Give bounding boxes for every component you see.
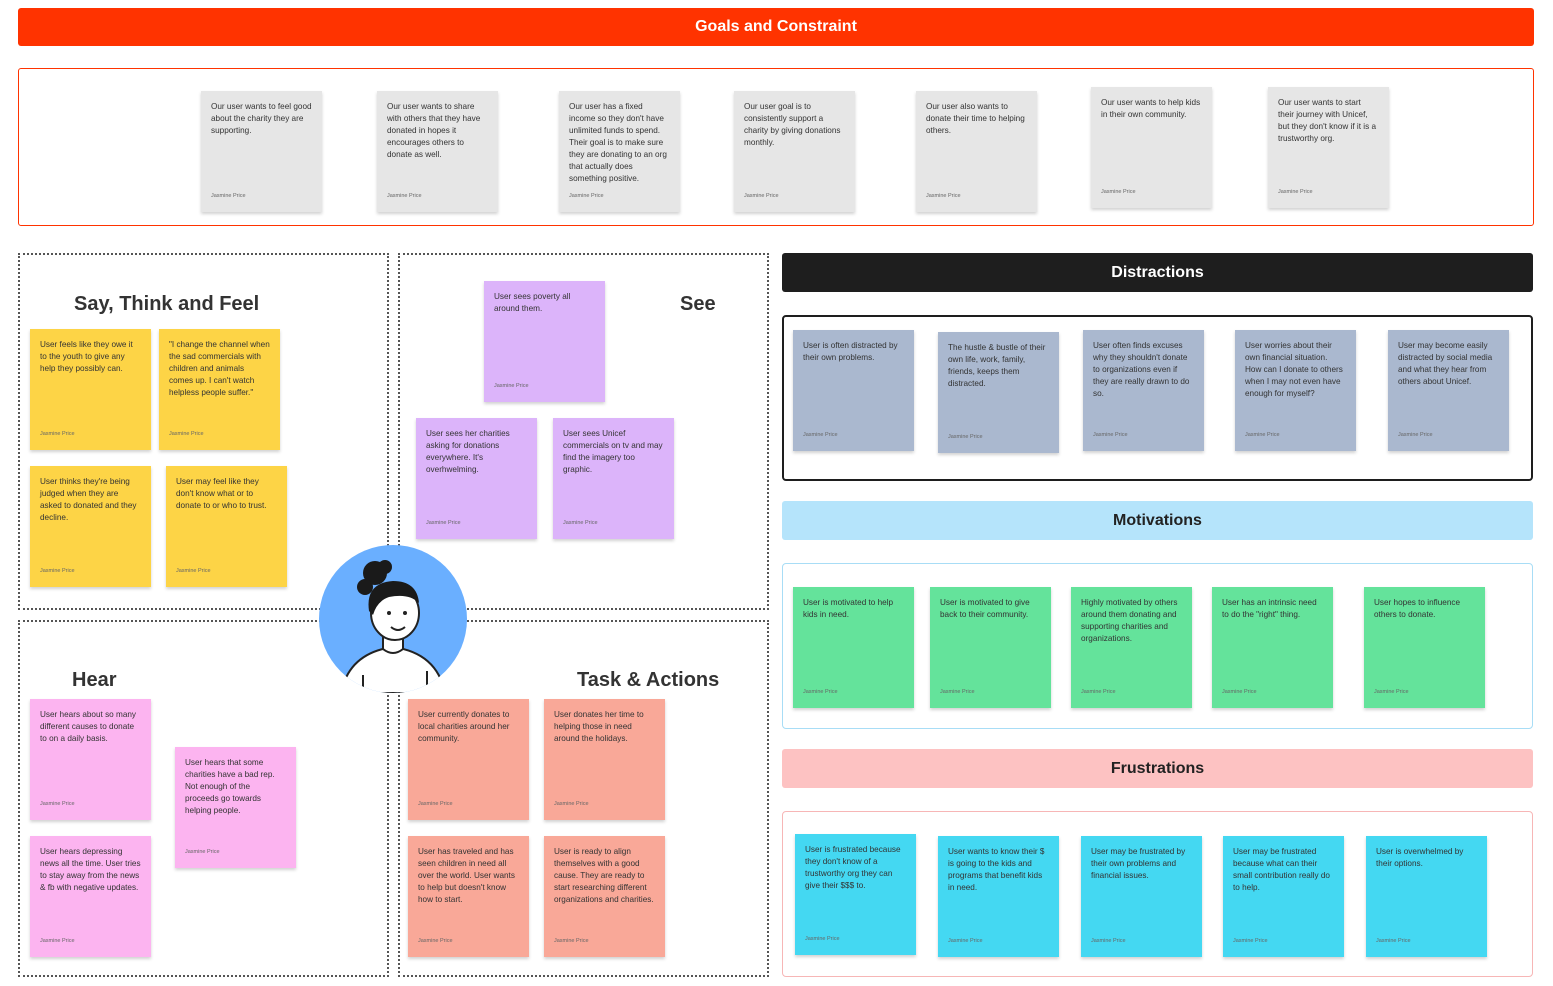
- note-author: Jasmine Price: [1245, 432, 1280, 438]
- hear-note[interactable]: User hears about so many different cause…: [30, 699, 151, 820]
- frustration-note[interactable]: User is overwhelmed by their options. Ja…: [1366, 836, 1487, 957]
- see-note[interactable]: User sees her charities asking for donat…: [416, 418, 537, 539]
- goal-note[interactable]: Our user wants to feel good about the ch…: [201, 91, 322, 212]
- note-author: Jasmine Price: [1091, 938, 1126, 944]
- goal-note[interactable]: Our user wants to share with others that…: [377, 91, 498, 212]
- see-note[interactable]: User sees poverty all around them. Jasmi…: [484, 281, 605, 402]
- frustration-note[interactable]: User is frustrated because they don't kn…: [795, 834, 916, 955]
- note-author: Jasmine Price: [1093, 432, 1128, 438]
- motivation-note[interactable]: User is motivated to help kids in need. …: [793, 587, 914, 708]
- goal-note[interactable]: Our user wants to start their journey wi…: [1268, 87, 1389, 208]
- hear-note[interactable]: User hears that some charities have a ba…: [175, 747, 296, 868]
- note-author: Jasmine Price: [948, 938, 983, 944]
- note-author: Jasmine Price: [418, 938, 453, 944]
- note-author: Jasmine Price: [169, 431, 204, 437]
- frustration-note[interactable]: User wants to know their $ is going to t…: [938, 836, 1059, 957]
- distraction-note[interactable]: User often finds excuses why they should…: [1083, 330, 1204, 451]
- note-author: Jasmine Price: [1233, 938, 1268, 944]
- note-author: Jasmine Price: [40, 938, 75, 944]
- hear-note[interactable]: User hears depressing news all the time.…: [30, 836, 151, 957]
- note-author: Jasmine Price: [554, 801, 589, 807]
- goal-note[interactable]: Our user wants to help kids in their own…: [1091, 87, 1212, 208]
- tasks-title: Task & Actions: [577, 669, 720, 691]
- goal-note[interactable]: Our user also wants to donate their time…: [916, 91, 1037, 212]
- note-author: Jasmine Price: [563, 520, 598, 526]
- motivations-banner: Motivations: [782, 501, 1533, 540]
- see-note[interactable]: User sees Unicef commercials on tv and m…: [553, 418, 674, 539]
- goals-banner: Goals and Constraint: [18, 8, 1534, 46]
- task-note[interactable]: User currently donates to local charitie…: [408, 699, 529, 820]
- task-note[interactable]: User has traveled and has seen children …: [408, 836, 529, 957]
- say-think-feel-note[interactable]: "I change the channel when the sad comme…: [159, 329, 280, 450]
- note-author: Jasmine Price: [176, 568, 211, 574]
- note-author: Jasmine Price: [554, 938, 589, 944]
- note-author: Jasmine Price: [744, 193, 779, 199]
- user-avatar: [319, 545, 467, 693]
- note-author: Jasmine Price: [926, 193, 961, 199]
- note-author: Jasmine Price: [494, 383, 529, 389]
- note-author: Jasmine Price: [211, 193, 246, 199]
- task-note[interactable]: User donates her time to helping those i…: [544, 699, 665, 820]
- note-author: Jasmine Price: [1222, 689, 1257, 695]
- note-author: Jasmine Price: [185, 849, 220, 855]
- note-author: Jasmine Price: [569, 193, 604, 199]
- frustration-note[interactable]: User may be frustrated by their own prob…: [1081, 836, 1202, 957]
- note-author: Jasmine Price: [426, 520, 461, 526]
- distractions-title: Distractions: [1111, 263, 1204, 281]
- note-author: Jasmine Price: [40, 431, 75, 437]
- goals-title: Goals and Constraint: [695, 18, 857, 35]
- distractions-banner: Distractions: [782, 253, 1533, 292]
- distraction-note[interactable]: User may become easily distracted by soc…: [1388, 330, 1509, 451]
- say-think-feel-title: Say, Think and Feel: [74, 293, 260, 315]
- frustration-note[interactable]: User may be frustrated because what can …: [1223, 836, 1344, 957]
- motivation-note[interactable]: User has an intrinsic need to do the "ri…: [1212, 587, 1333, 708]
- note-author: Jasmine Price: [1278, 189, 1313, 195]
- frustrations-title: Frustrations: [1110, 759, 1205, 777]
- user-avatar-icon: [339, 560, 447, 693]
- say-think-feel-note[interactable]: User feels like they owe it to the youth…: [30, 329, 151, 450]
- distraction-note[interactable]: User is often distracted by their own pr…: [793, 330, 914, 451]
- note-author: Jasmine Price: [40, 568, 75, 574]
- note-author: Jasmine Price: [805, 936, 840, 942]
- note-author: Jasmine Price: [1081, 689, 1116, 695]
- motivations-title: Motivations: [1113, 511, 1202, 529]
- note-author: Jasmine Price: [418, 801, 453, 807]
- note-author: Jasmine Price: [1101, 189, 1136, 195]
- see-title: See: [680, 293, 716, 315]
- frustrations-banner: Frustrations: [782, 749, 1533, 788]
- motivation-note[interactable]: User hopes to influence others to donate…: [1364, 587, 1485, 708]
- note-author: Jasmine Price: [1398, 432, 1433, 438]
- goal-note[interactable]: Our user has a fixed income so they don'…: [559, 91, 680, 212]
- goal-note[interactable]: Our user goal is to consistently support…: [734, 91, 855, 212]
- note-author: Jasmine Price: [387, 193, 422, 199]
- note-author: Jasmine Price: [803, 432, 838, 438]
- note-author: Jasmine Price: [940, 689, 975, 695]
- say-think-feel-note[interactable]: User thinks they're being judged when th…: [30, 466, 151, 587]
- distraction-note[interactable]: The hustle & bustle of their own life, w…: [938, 332, 1059, 453]
- note-author: Jasmine Price: [803, 689, 838, 695]
- note-author: Jasmine Price: [948, 434, 983, 440]
- say-think-feel-note[interactable]: User may feel like they don't know what …: [166, 466, 287, 587]
- task-note[interactable]: User is ready to align themselves with a…: [544, 836, 665, 957]
- note-author: Jasmine Price: [1374, 689, 1409, 695]
- distraction-note[interactable]: User worries about their own financial s…: [1235, 330, 1356, 451]
- motivation-note[interactable]: Highly motivated by others around them d…: [1071, 587, 1192, 708]
- hear-title: Hear: [72, 669, 117, 691]
- note-author: Jasmine Price: [1376, 938, 1411, 944]
- note-author: Jasmine Price: [40, 801, 75, 807]
- motivation-note[interactable]: User is motivated to give back to their …: [930, 587, 1051, 708]
